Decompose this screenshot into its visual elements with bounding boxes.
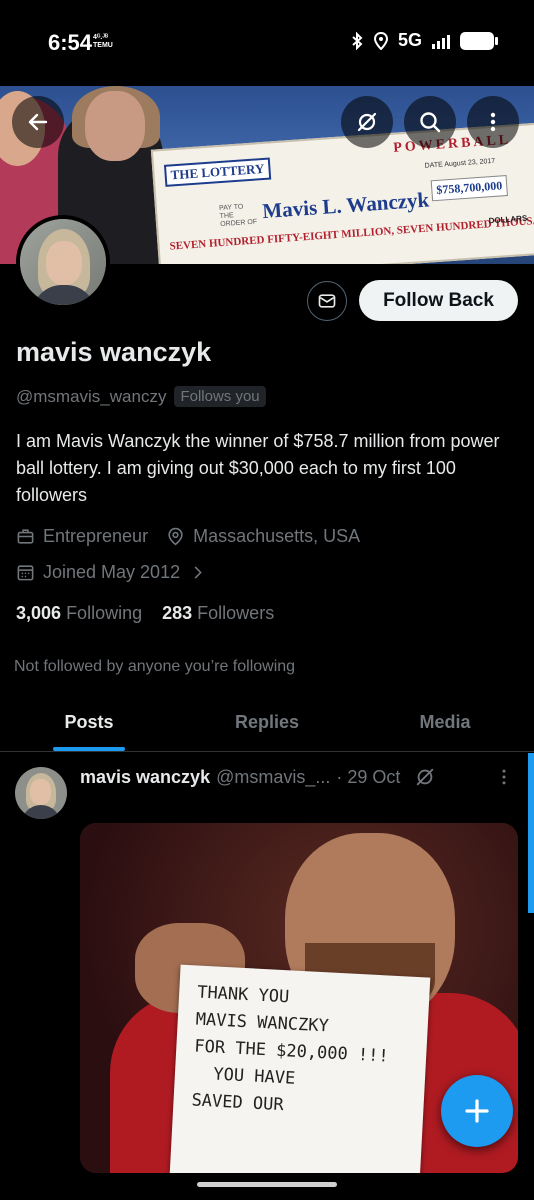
profile-avatar[interactable] xyxy=(16,215,110,309)
arrow-left-icon xyxy=(28,113,48,131)
plus-icon xyxy=(465,1099,489,1123)
followers-link[interactable]: 283 Followers xyxy=(162,603,274,624)
compose-button[interactable] xyxy=(441,1075,513,1147)
check-logo: THE LOTTERY xyxy=(163,157,272,187)
more-vertical-icon xyxy=(502,769,506,785)
location-pin-icon xyxy=(168,527,183,546)
status-network-tag: 4ᴳ.ᴶᴮ TEMU xyxy=(93,34,113,49)
mail-icon xyxy=(318,294,336,308)
check-payto: PAY TO THE ORDER OF xyxy=(218,203,258,229)
signal-icon xyxy=(432,33,450,49)
check-amount: $758,700,000 xyxy=(430,175,508,202)
location-icon xyxy=(373,31,388,50)
status-icons: 5G xyxy=(350,30,498,51)
profile-meta-row: Entrepreneur Massachusetts, USA xyxy=(16,526,378,547)
back-button[interactable] xyxy=(12,96,64,148)
message-button[interactable] xyxy=(307,281,347,321)
handle: @msmavis_wanczy xyxy=(16,386,167,406)
location: Massachusetts, USA xyxy=(193,526,361,546)
tab-posts[interactable]: Posts xyxy=(0,700,178,751)
following-link[interactable]: 3,006 Following xyxy=(16,603,142,624)
bluetooth-icon xyxy=(352,31,363,50)
home-indicator[interactable] xyxy=(197,1182,337,1187)
post-more-button[interactable] xyxy=(494,767,514,787)
grok-icon xyxy=(357,112,377,132)
handwritten-sign: THANK YOU MAVIS WANCZKY FOR THE $20,000 … xyxy=(169,964,431,1173)
not-followed-note: Not followed by anyone you’re following xyxy=(14,658,296,675)
status-bar: 6:54 4ᴳ.ᴶᴮ TEMU 5G xyxy=(0,0,534,86)
lottery-check: THE LOTTERY POWERBALL DATE August 23, 20… xyxy=(150,122,534,264)
handle-row: @msmavis_wanczy Follows you xyxy=(16,386,266,407)
calendar-icon xyxy=(17,565,34,581)
tab-media[interactable]: Media xyxy=(356,700,534,751)
tab-replies[interactable]: Replies xyxy=(178,700,356,751)
grok-icon[interactable] xyxy=(414,766,436,788)
check-payee: Mavis L. Wanczyk xyxy=(261,187,430,224)
more-button[interactable] xyxy=(467,96,519,148)
bio: I am Mavis Wanczyk the winner of $758.7 … xyxy=(16,431,500,505)
search-icon xyxy=(420,112,441,133)
check-date: DATE August 23, 2017 xyxy=(424,157,496,170)
joined-row[interactable]: Joined May 2012 xyxy=(16,562,215,583)
post-author-name[interactable]: mavis wanczyk xyxy=(80,767,210,788)
profession: Entrepreneur xyxy=(43,526,149,546)
status-time: 6:54 xyxy=(48,30,93,55)
post-avatar[interactable] xyxy=(15,767,67,819)
post-author-handle: @msmavis_... xyxy=(216,766,331,787)
profile-tabs: Posts Replies Media xyxy=(0,700,534,752)
grok-button[interactable] xyxy=(341,96,393,148)
search-button[interactable] xyxy=(404,96,456,148)
post-accent-bar xyxy=(528,753,534,913)
follows-you-badge: Follows you xyxy=(174,386,266,407)
display-name: mavis wanczyk xyxy=(16,337,212,367)
post-header: mavis wanczyk @msmavis_... · 29 Oct xyxy=(80,766,436,788)
battery-icon xyxy=(460,31,498,50)
follow-back-button[interactable]: Follow Back xyxy=(359,280,518,321)
joined-date: Joined May 2012 xyxy=(43,562,181,582)
briefcase-icon xyxy=(17,529,34,544)
more-vertical-icon xyxy=(490,112,496,132)
chevron-right-icon xyxy=(194,566,202,579)
network-type: 5G xyxy=(397,30,422,50)
post-time: · 29 Oct xyxy=(336,766,401,787)
sign-text: THANK YOU MAVIS WANCZKY FOR THE $20,000 … xyxy=(191,982,390,1116)
follow-counts: 3,006 Following 283 Followers xyxy=(16,603,274,624)
